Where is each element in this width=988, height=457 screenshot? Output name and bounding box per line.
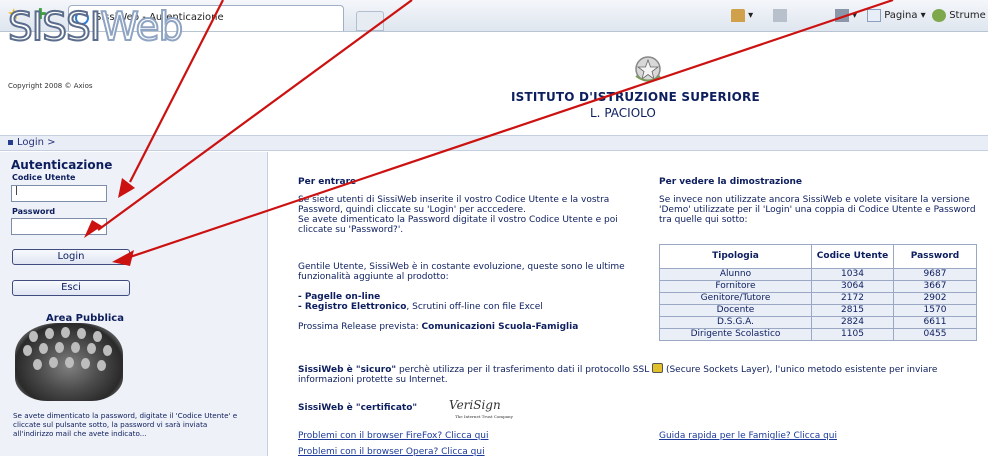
annotation-arrows bbox=[84, 0, 894, 266]
arrow-to-login bbox=[129, 0, 894, 259]
arrow-to-password bbox=[97, 0, 413, 231]
arrowhead-login-icon bbox=[112, 250, 134, 266]
arrowhead-code-icon bbox=[118, 178, 135, 198]
arrow-to-code bbox=[129, 0, 224, 183]
